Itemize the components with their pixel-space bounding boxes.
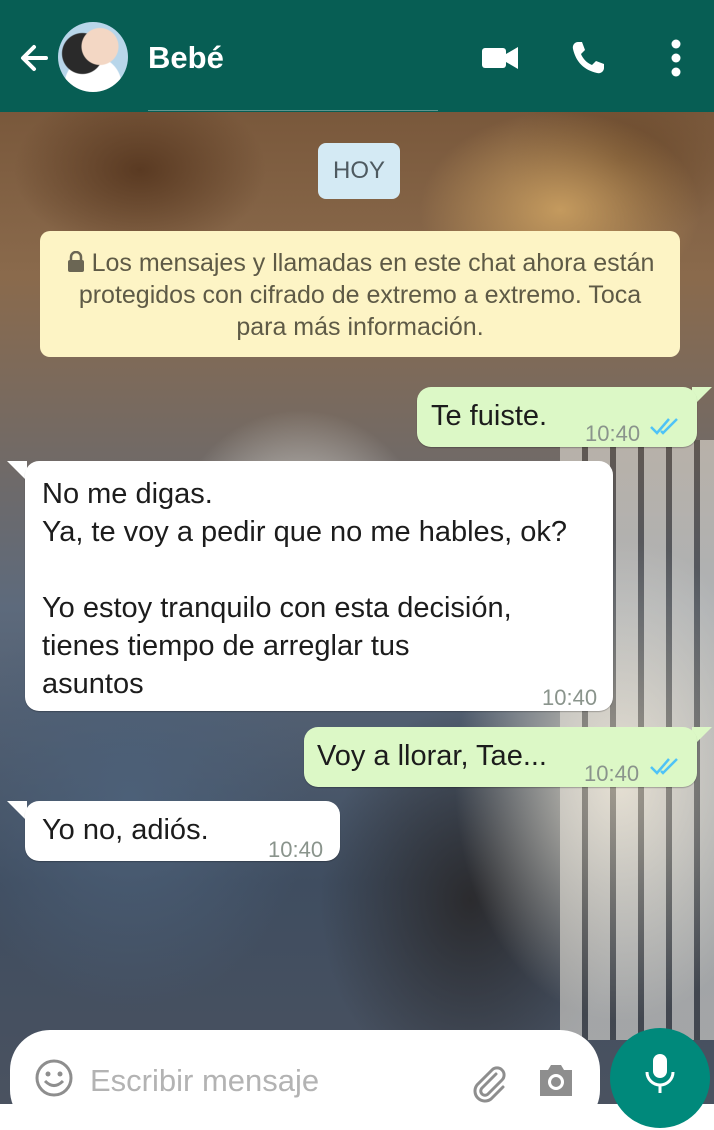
chat-header: Bebé [0, 0, 714, 112]
back-arrow-icon[interactable] [14, 38, 54, 78]
message-text: Te fuiste. [431, 400, 548, 432]
camera-icon[interactable] [534, 1058, 578, 1102]
message-text: Yo no, adiós. [42, 814, 209, 846]
contact-name[interactable]: Bebé [148, 40, 224, 76]
message-composer [10, 1030, 600, 1130]
emoji-icon[interactable] [34, 1058, 74, 1098]
double-check-icon [650, 758, 678, 775]
paperclip-icon[interactable] [466, 1060, 510, 1104]
more-vert-icon[interactable] [654, 36, 698, 80]
voice-message-button[interactable] [610, 1028, 710, 1128]
microphone-icon [645, 1054, 675, 1093]
message-time: 10:40 [585, 421, 641, 446]
avatar[interactable] [58, 22, 128, 92]
double-check-icon [650, 418, 678, 435]
message-outgoing[interactable]: Te fuiste. 10:40 [417, 387, 697, 447]
message-input[interactable] [88, 1058, 392, 1104]
message-outgoing[interactable]: Voy a llorar, Tae... 10:40 [304, 727, 697, 787]
video-call-icon[interactable] [478, 36, 522, 80]
message-text: Voy a llorar, Tae... [317, 740, 547, 772]
message-incoming[interactable]: Yo no, adiós. 10:40 [25, 801, 340, 862]
message-time: 10:40 [542, 685, 598, 710]
message-text: No me digas. Ya, te voy a pedir que no m… [42, 478, 568, 700]
date-chip: HOY [318, 143, 400, 199]
encryption-notice-text: Los mensajes y llamadas en este chat aho… [78, 249, 655, 341]
message-time: 10:40 [268, 837, 324, 862]
lock-icon [67, 251, 84, 272]
header-divider [148, 110, 438, 111]
bubble-tail [7, 461, 27, 481]
message-time: 10:40 [584, 761, 640, 786]
phone-call-icon[interactable] [566, 36, 610, 80]
message-incoming[interactable]: No me digas. Ya, te voy a pedir que no m… [25, 461, 613, 711]
encryption-notice[interactable]: Los mensajes y llamadas en este chat aho… [40, 231, 680, 357]
bubble-tail [7, 801, 27, 821]
